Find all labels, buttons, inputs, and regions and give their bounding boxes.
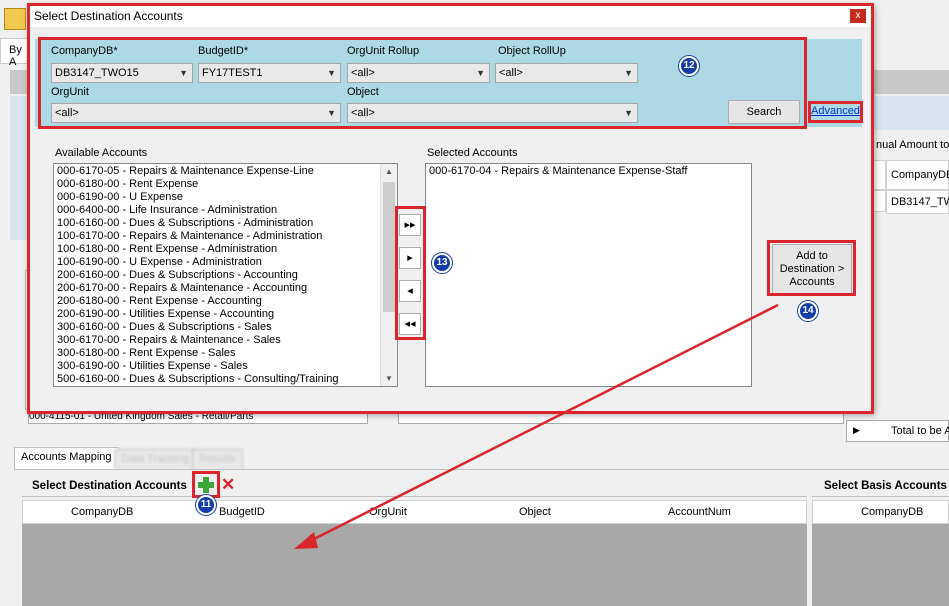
arrow-head: [294, 532, 318, 549]
arrow-line: [309, 303, 779, 543]
annotation-arrow: [294, 303, 779, 549]
